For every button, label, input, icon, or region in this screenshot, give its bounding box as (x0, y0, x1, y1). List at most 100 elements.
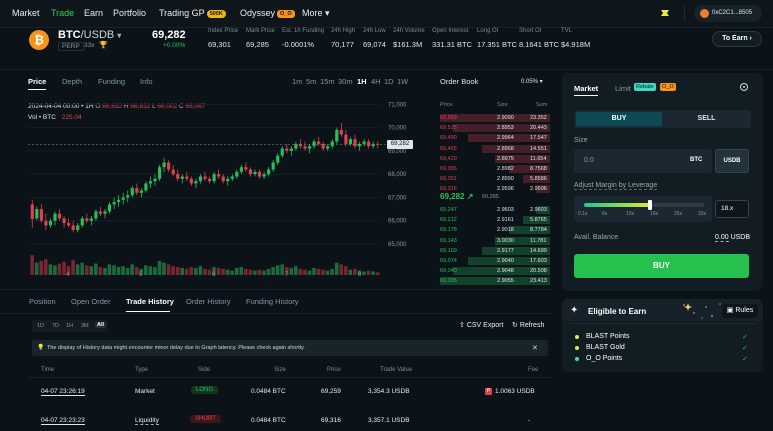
size-input[interactable]: 0.0 BTC (574, 149, 712, 173)
ask-row[interactable]: 69,420 2.8975 11.654 (440, 154, 550, 163)
interval-30m[interactable]: 30m (338, 77, 353, 86)
ask-price: 69,386 (440, 166, 457, 172)
interval-1h[interactable]: 1H (357, 77, 367, 86)
interval-1m[interactable]: 1m (292, 77, 302, 86)
interval-5m[interactable]: 5m (306, 77, 316, 86)
interval-4h[interactable]: 4H (371, 77, 381, 86)
chart-panel: Price Depth Funding Info 1m 5m 15m 30m 1… (28, 73, 420, 289)
bid-row[interactable]: 69,074 2.9040 17.603 (440, 257, 550, 265)
volume-bar (375, 272, 380, 275)
rules-button[interactable]: ▣ Rules (722, 304, 758, 318)
volume-bar (89, 266, 94, 275)
ask-row[interactable]: 69,525 2.8953 20.443 (440, 124, 550, 133)
bid-price: 69,109 (440, 247, 457, 254)
submit-buy-button[interactable]: BUY (574, 254, 749, 278)
interval-15m[interactable]: 15m (320, 77, 335, 86)
ask-row[interactable]: 69,351 2.8990 5.8586 (440, 175, 550, 184)
bid-price: 69,143 (440, 237, 457, 244)
tab-open-order[interactable]: Open Order (71, 297, 111, 306)
tab-order-history[interactable]: Order History (186, 297, 231, 306)
orderbook-title: Order Book (440, 77, 479, 86)
ask-row[interactable]: 69,490 2.9964 17.547 (440, 134, 550, 143)
candle-body (289, 148, 293, 151)
table-row[interactable]: 04-07 23:23:23 Liquidity SHORT 0.0484 BT… (28, 409, 552, 431)
ticker-stat: Long OI 17.351 BTC (477, 28, 517, 49)
range-7d[interactable]: 7D (52, 323, 59, 329)
ask-row[interactable]: 69,559 2.9090 23.352 (440, 114, 550, 122)
bid-row[interactable]: 69,040 2.9048 20.508 (440, 267, 550, 276)
tab-trade-history[interactable]: Trade History (126, 297, 174, 306)
nav-trade[interactable]: Trade (51, 8, 74, 18)
candle-body (221, 176, 225, 182)
orderbook-precision-select[interactable]: 0.05% ▾ (521, 78, 543, 85)
ticker-stat-label: Long OI (477, 28, 499, 34)
last-price: 69,282 (152, 29, 186, 41)
row-time[interactable]: 04-07 23:23:23 (41, 417, 85, 425)
volume-bar (307, 270, 312, 275)
candle-body (307, 146, 312, 149)
candle-body (144, 183, 148, 191)
leverage-input[interactable]: 18.x (715, 200, 749, 218)
tab-price[interactable]: Price (28, 77, 46, 86)
interval-1w[interactable]: 1W (397, 77, 408, 86)
bid-price: 69,005 (440, 278, 457, 285)
ticker-stat-label: TVL (561, 28, 573, 34)
tab-info[interactable]: Info (140, 77, 153, 86)
ask-price: 69,420 (440, 155, 457, 162)
tab-position[interactable]: Position (29, 297, 56, 306)
bid-row[interactable]: 69,109 2.9177 14.699 (440, 246, 550, 255)
nav-earn[interactable]: Earn (84, 8, 103, 18)
blast-logo-icon[interactable] (660, 8, 670, 18)
trade-tab-limit[interactable]: Limit (615, 84, 631, 93)
ask-row[interactable]: 69,455 2.8968 14.551 (440, 144, 550, 153)
tab-depth[interactable]: Depth (62, 77, 82, 86)
bid-row[interactable]: 69,212 2.9161 5.8765 (440, 216, 550, 225)
bid-row[interactable]: 69,247 2.9603 2.9603 (440, 206, 550, 214)
trade-tab-market[interactable]: Market (574, 84, 598, 93)
candle-body (230, 176, 234, 179)
market-symbol[interactable]: BTC/USDB ▾ (58, 29, 121, 41)
nav-trading-gp[interactable]: Trading GP 500K (159, 8, 226, 18)
interval-1d[interactable]: 1D (384, 77, 394, 86)
earn-divider (570, 323, 755, 324)
nav-odyssey[interactable]: Odyssey O_O (240, 8, 295, 18)
row-time[interactable]: 04-07 23:26:19 (41, 388, 85, 396)
leverage-value: 18.x (721, 205, 734, 212)
table-row[interactable]: 04-07 23:26:19 Market LONG 0.0484 BTC 69… (28, 381, 552, 405)
to-earn-button[interactable]: To Earn › (712, 31, 762, 47)
volume-bar (266, 268, 271, 275)
col-size: Size (274, 367, 286, 373)
leverage-slider[interactable]: 0.1x 6x 13x 19x 26x 33x (574, 196, 712, 222)
tab-funding-history[interactable]: Funding History (246, 297, 299, 306)
close-notice-icon[interactable]: ✕ (532, 344, 538, 352)
history-top-divider (0, 289, 552, 290)
tab-funding[interactable]: Funding (98, 77, 125, 86)
bid-row[interactable]: 69,143 3.0030 11.781 (440, 236, 550, 245)
range-1d[interactable]: 1D (37, 323, 44, 329)
candle-body (67, 223, 71, 226)
volume-bar (121, 266, 125, 275)
ask-row[interactable]: 69,386 2.8982 8.7568 (440, 165, 550, 173)
bid-row[interactable]: 69,005 2.9055 23.413 (440, 277, 550, 286)
leverage-handle[interactable] (648, 200, 652, 210)
blast-gold-check-icon: ✓ (742, 345, 748, 352)
nav-more[interactable]: More ▾ (302, 8, 330, 19)
settings-icon[interactable] (740, 83, 748, 91)
candle-body (198, 176, 203, 182)
bid-row[interactable]: 69,178 2.9018 8.7784 (440, 226, 550, 235)
wallet-button[interactable]: 0xC2C1...8505 (694, 5, 762, 22)
refresh-button[interactable]: ↻ Refresh (512, 321, 544, 329)
nav-portfolio[interactable]: Portfolio (113, 8, 146, 18)
csv-export-button[interactable]: ⇪ CSV Export (459, 321, 503, 329)
rules-label: Rules (735, 307, 754, 314)
unit-usdb-toggle[interactable]: USDB (715, 149, 749, 173)
nav-market[interactable]: Market (12, 8, 40, 18)
sell-side-button[interactable]: SELL (664, 112, 749, 126)
buy-side-button[interactable]: BUY (576, 112, 662, 126)
unit-btc[interactable]: BTC (690, 157, 702, 163)
rules-icon: ▣ (726, 307, 734, 314)
range-3m[interactable]: 3M (81, 323, 89, 329)
price-chart[interactable]: 71,000 70,000 69,000 68,000 67,000 66,000 65,0… (28, 95, 420, 277)
range-all[interactable]: All (95, 322, 107, 328)
range-1h[interactable]: 1H (66, 323, 73, 329)
